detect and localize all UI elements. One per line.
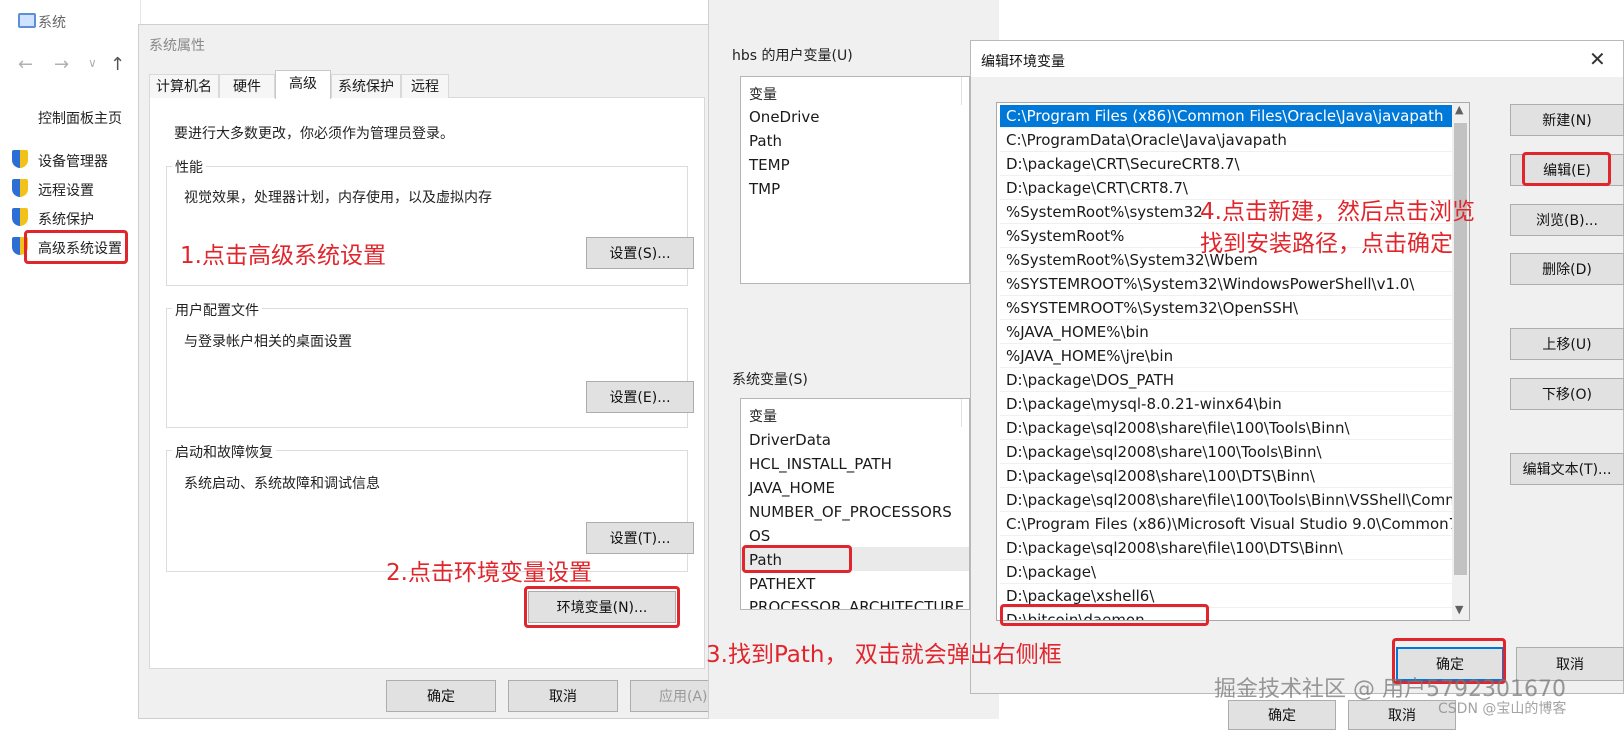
tab-remote[interactable]: 远程	[401, 74, 449, 98]
back-arrow-icon[interactable]: ←	[18, 54, 33, 75]
close-icon[interactable]: ✕	[1589, 47, 1606, 71]
vertical-scrollbar[interactable]: ▲ ▼	[1452, 103, 1469, 620]
highlight-advanced-system-settings	[24, 230, 128, 264]
tab-hardware[interactable]: 硬件	[219, 74, 275, 98]
startup-recovery-settings-button[interactable]: 设置(T)...	[586, 522, 694, 554]
path-row[interactable]: C:\Program Files (x86)\Microsoft Visual …	[1000, 513, 1452, 536]
list-item[interactable]: PATHEXT	[749, 575, 815, 593]
annotation-step4-line1: 4.点击新建，然后点击浏览	[1200, 199, 1475, 225]
shield-icon	[12, 208, 28, 226]
list-item[interactable]: HCL_INSTALL_PATH	[749, 455, 892, 473]
chevron-down-icon[interactable]: ∨	[88, 56, 97, 70]
user-variables-label: hbs 的用户变量(U)	[732, 48, 853, 64]
path-row[interactable]: %SYSTEMROOT%\System32\OpenSSH\	[1000, 297, 1452, 320]
list-item[interactable]: DriverData	[749, 431, 831, 449]
system-variables-list[interactable]: 变量 DriverData HCL_INSTALL_PATH JAVA_HOME…	[740, 398, 970, 610]
path-list[interactable]: C:\Program Files (x86)\Common Files\Orac…	[996, 102, 1470, 621]
system-title-bar: 系统	[0, 0, 140, 40]
annotation-step1: 1.点击高级系统设置	[180, 243, 386, 269]
shield-icon	[12, 150, 28, 168]
startup-recovery-label: 启动和故障恢复	[172, 442, 276, 462]
annotation-step4-line2: 找到安装路径，点击确定	[1200, 231, 1453, 257]
performance-desc: 视觉效果，处理器计划，内存使用，以及虚拟内存	[184, 190, 492, 206]
system-window: 系统 ← → ∨ ↑ 控制面板主页 设备管理器 远程设置 系统保护 高级系统设置	[0, 0, 141, 719]
nav-item-label: 设备管理器	[38, 154, 108, 170]
path-row[interactable]: C:\ProgramData\Oracle\Java\javapath	[1000, 129, 1452, 152]
system-window-title: 系统	[38, 15, 66, 31]
list-item[interactable]: Path	[749, 132, 782, 150]
envvars-ok-button[interactable]: 确定	[1228, 700, 1336, 730]
list-item[interactable]: JAVA_HOME	[749, 479, 835, 497]
scroll-down-icon[interactable]: ▼	[1455, 603, 1463, 616]
path-row[interactable]: %SYSTEMROOT%\System32\WindowsPowerShell\…	[1000, 273, 1452, 296]
annotation-step3: 3.找到Path， 双击就会弹出右侧框	[706, 642, 1062, 668]
nav-item-label: 系统保护	[38, 212, 94, 228]
sysprop-cancel-button[interactable]: 取消	[508, 680, 618, 712]
user-profile-label: 用户配置文件	[172, 300, 262, 320]
system-variables-label: 系统变量(S)	[732, 372, 808, 388]
path-row[interactable]: D:\package\	[1000, 561, 1452, 584]
csdn-watermark: CSDN @宝山的博客	[1438, 701, 1567, 717]
computer-icon	[18, 13, 36, 28]
path-row[interactable]: %JAVA_HOME%\bin	[1000, 321, 1452, 344]
path-row[interactable]: D:\package\sql2008\share\100\Tools\Binn\	[1000, 441, 1452, 464]
user-profile-settings-button[interactable]: 设置(E)...	[586, 381, 694, 413]
tab-system-protection[interactable]: 系统保护	[331, 74, 401, 98]
column-header-variable: 变量	[749, 409, 777, 425]
path-row[interactable]: D:\package\sql2008\share\file\100\Tools\…	[1000, 489, 1452, 512]
edit-env-title-bar: 编辑环境变量 ✕	[971, 41, 1623, 77]
shield-icon	[12, 179, 28, 197]
highlight-edit-button	[1522, 152, 1611, 186]
edit-text-button[interactable]: 编辑文本(T)...	[1510, 453, 1624, 485]
path-rows: C:\Program Files (x86)\Common Files\Orac…	[1000, 105, 1452, 620]
sysprop-ok-button[interactable]: 确定	[386, 680, 496, 712]
edit-env-title: 编辑环境变量	[981, 54, 1065, 70]
highlight-new-path-entry	[1000, 604, 1209, 626]
path-row[interactable]: D:\package\mysql-8.0.21-winx64\bin	[1000, 393, 1452, 416]
list-item[interactable]: NUMBER_OF_PROCESSORS	[749, 503, 952, 521]
path-row[interactable]: D:\package\CRT\SecureCRT8.7\	[1000, 153, 1452, 176]
sysprop-apply-button[interactable]: 应用(A)	[630, 680, 710, 712]
startup-recovery-desc: 系统启动、系统故障和调试信息	[184, 476, 380, 492]
tab-computer-name[interactable]: 计算机名	[149, 74, 219, 98]
path-row[interactable]: D:\package\sql2008\share\file\100\Tools\…	[1000, 417, 1452, 440]
nav-item-label: 远程设置	[38, 183, 94, 199]
column-divider	[961, 77, 962, 105]
up-arrow-icon[interactable]: ↑	[110, 54, 125, 75]
path-row[interactable]: D:\package\sql2008\share\file\100\DTS\Bi…	[1000, 537, 1452, 560]
path-row[interactable]: D:\package\DOS_PATH	[1000, 369, 1452, 392]
control-panel-home-link[interactable]: 控制面板主页	[38, 108, 122, 128]
list-item[interactable]: PROCESSOR_ARCHITECTURE	[749, 598, 964, 609]
move-up-button[interactable]: 上移(U)	[1510, 328, 1624, 360]
scroll-up-icon[interactable]: ▲	[1455, 103, 1463, 116]
list-item[interactable]: TEMP	[749, 156, 790, 174]
tab-advanced[interactable]: 高级	[275, 70, 331, 99]
column-divider	[961, 399, 962, 427]
new-button[interactable]: 新建(N)	[1510, 104, 1624, 136]
performance-settings-button[interactable]: 设置(S)...	[586, 237, 694, 269]
list-item[interactable]: TMP	[749, 180, 780, 198]
list-item[interactable]: OneDrive	[749, 108, 820, 126]
highlight-environment-variables	[524, 586, 680, 628]
annotation-step2: 2.点击环境变量设置	[386, 560, 592, 586]
performance-label: 性能	[172, 157, 206, 177]
list-item[interactable]: OS	[749, 527, 770, 545]
forward-arrow-icon[interactable]: →	[54, 54, 69, 75]
user-profile-desc: 与登录帐户相关的桌面设置	[184, 334, 352, 350]
user-variables-list[interactable]: 变量 OneDrive Path TEMP TMP	[740, 76, 970, 284]
path-row-selected[interactable]: C:\Program Files (x86)\Common Files\Orac…	[1000, 105, 1452, 128]
admin-note: 要进行大多数更改，你必须作为管理员登录。	[174, 126, 454, 142]
path-row[interactable]: %JAVA_HOME%\jre\bin	[1000, 345, 1452, 368]
column-header-variable: 变量	[749, 87, 777, 103]
move-down-button[interactable]: 下移(O)	[1510, 378, 1624, 410]
path-row[interactable]: D:\package\sql2008\share\100\DTS\Binn\	[1000, 465, 1452, 488]
highlight-path-variable	[742, 545, 852, 573]
browse-button[interactable]: 浏览(B)...	[1510, 204, 1624, 236]
scrollbar-thumb[interactable]	[1454, 123, 1467, 575]
delete-button[interactable]: 删除(D)	[1510, 253, 1624, 285]
system-properties-title: 系统属性	[149, 38, 205, 54]
